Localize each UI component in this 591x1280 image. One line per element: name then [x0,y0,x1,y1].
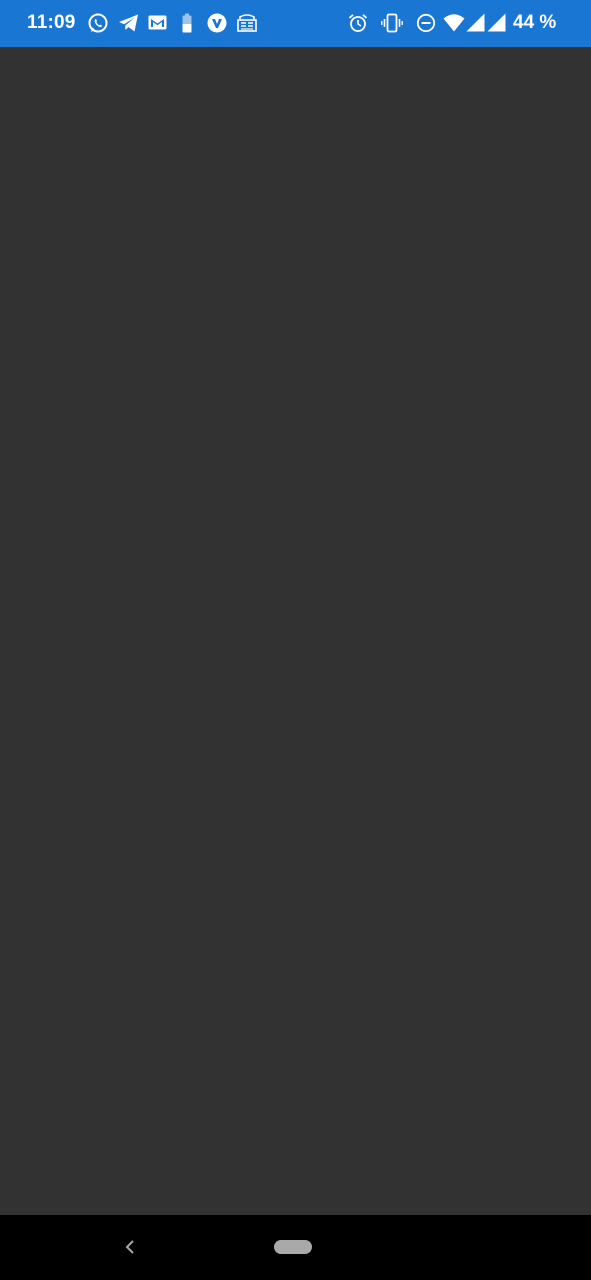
signal-icon [466,13,485,32]
wifi-icon [443,14,465,32]
vibrate-icon [381,13,403,33]
home-button[interactable] [274,1240,312,1254]
battery-saver-icon [182,13,192,33]
chevron-left-icon [125,1240,134,1254]
do-not-disturb-icon [416,13,436,33]
gmail-icon [148,15,167,30]
signal-icon [487,13,506,32]
whatsapp-icon [88,13,108,33]
alarm-icon [348,14,368,32]
vivaldi-icon [207,13,227,33]
back-button[interactable] [118,1234,142,1260]
status-time: 11:09 [27,12,76,33]
main-content [0,47,591,1215]
status-bar: 11:09 44 % [0,0,591,47]
news-icon [237,14,257,32]
battery-percentage: 44 % [513,12,557,33]
telegram-icon [119,14,138,32]
